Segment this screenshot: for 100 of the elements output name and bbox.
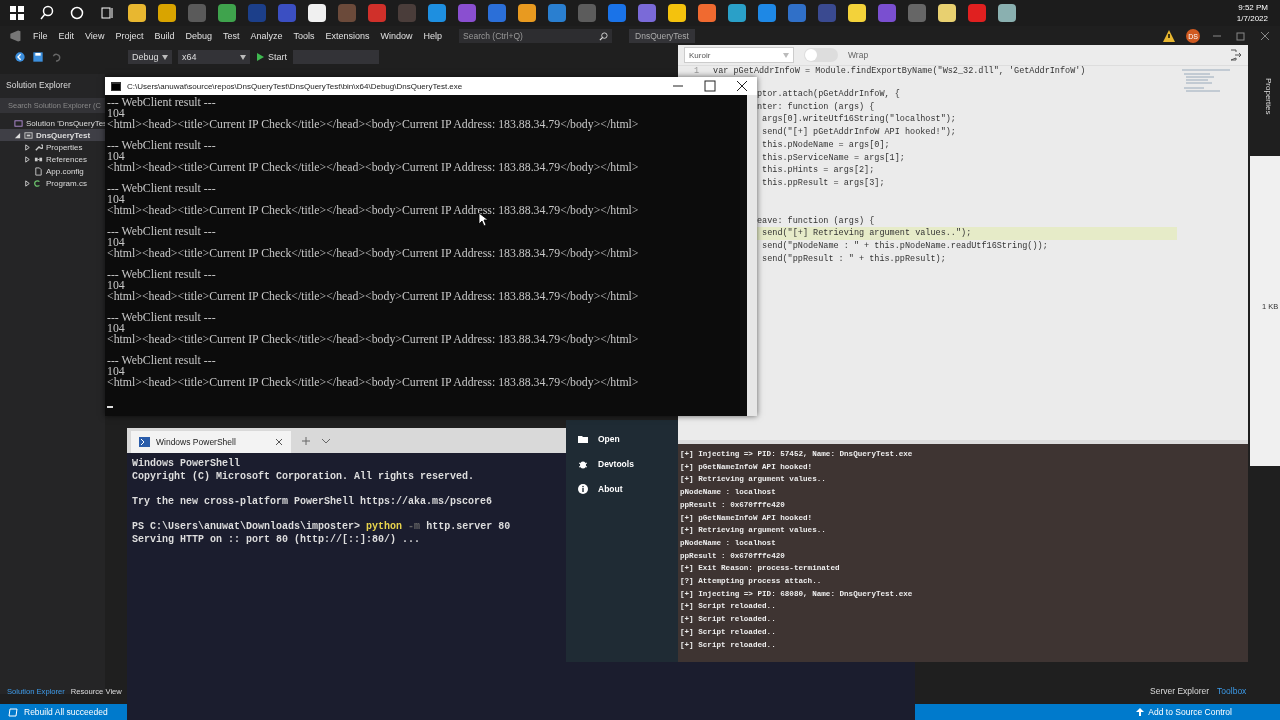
sidebar-item[interactable]: Devtools <box>566 451 678 476</box>
menu-item[interactable]: Analyze <box>250 31 283 41</box>
new-tab-icon[interactable] <box>301 435 311 446</box>
tree-item[interactable]: App.config <box>0 165 105 177</box>
tree-item[interactable]: Properties <box>0 141 105 153</box>
app-icon[interactable] <box>668 4 686 22</box>
config-file-icon <box>34 166 43 176</box>
warning-icon[interactable] <box>1162 29 1176 43</box>
console-line: --- WebClient result --- <box>107 226 216 237</box>
mouse-pointer-icon <box>478 212 488 227</box>
code-line: this.pHints = args[2]; <box>761 164 876 177</box>
windows-start-icon[interactable] <box>8 4 26 22</box>
maximize-icon[interactable] <box>703 79 717 93</box>
tree-item[interactable]: References <box>0 153 105 165</box>
console-line: <html><head><title>Current IP Check</title></head><body>Current IP Address: 183.88.34.79</body></html> <box>107 162 639 173</box>
wrench-icon <box>34 142 43 152</box>
menu-item[interactable]: Help <box>423 31 443 41</box>
menu-item[interactable]: Tools <box>293 31 315 41</box>
code-line: nter: function (args) { <box>757 100 876 114</box>
terminal-tab[interactable]: Windows PowerShell <box>131 431 291 453</box>
console-line: 104 <box>107 366 125 377</box>
tree-item[interactable]: Program.cs <box>0 177 105 189</box>
properties-tab[interactable]: Properties <box>1264 78 1273 115</box>
app-icon[interactable] <box>428 4 446 22</box>
wrap-toggle[interactable] <box>804 48 838 62</box>
play-icon <box>256 53 264 61</box>
terminal-line: PS C:\Users\anuwat\Downloads\imposter> python -m http.server 80 <box>132 521 511 534</box>
clock-date: 1/7/2022 <box>1236 13 1268 24</box>
expanded-arrow-icon[interactable] <box>14 131 21 139</box>
save-icon[interactable] <box>32 51 44 63</box>
menu-item[interactable]: Test <box>222 31 240 41</box>
app-icon[interactable] <box>638 4 656 22</box>
scrollbar[interactable] <box>747 95 757 416</box>
app-icon[interactable] <box>368 4 386 22</box>
code-line: this.ppResult = args[3]; <box>761 176 886 190</box>
sidebar-item[interactable]: About <box>566 476 678 501</box>
app-icon[interactable] <box>458 4 476 22</box>
collapsed-arrow-icon[interactable] <box>24 179 31 187</box>
circle-icon[interactable] <box>68 4 86 22</box>
menu-item[interactable]: View <box>85 31 105 41</box>
console-line: 104 <box>107 151 125 162</box>
close-icon[interactable] <box>735 79 749 93</box>
solution-title: DnsQueryTest <box>629 29 695 43</box>
sidebar-item[interactable]: Open <box>566 426 678 451</box>
project-icon <box>24 130 33 140</box>
exit-icon[interactable] <box>1230 49 1242 61</box>
terminal-line: Copyright (C) Microsoft Corporation. All rights reserved. <box>132 470 475 484</box>
menu-item[interactable]: Build <box>154 31 175 41</box>
app-icon[interactable] <box>728 4 746 22</box>
search-field[interactable]: Search (Ctrl+Q) <box>459 29 613 43</box>
console-window-icon <box>111 81 121 91</box>
app-icon[interactable] <box>518 4 536 22</box>
app-icon[interactable] <box>938 4 956 22</box>
app-icon[interactable] <box>968 4 986 22</box>
menu-item[interactable]: File <box>33 31 48 41</box>
tree-item[interactable]: DnsQueryTest <box>0 129 105 141</box>
code-line: var pGetAddrInfoW = Module.findExportByName("Ws2_32.dll", 'GetAddrInfoW') <box>713 66 1086 76</box>
terminal-line: Serving HTTP on :: port 80 (http://[::]:80/) ... <box>132 534 421 547</box>
platform-dropdown[interactable]: x64 <box>178 50 250 64</box>
caret-icon[interactable] <box>240 54 246 60</box>
theme-dropdown[interactable]: Kuroir <box>684 47 794 63</box>
close-icon[interactable] <box>275 438 283 446</box>
panel-tab[interactable]: Toolbox <box>1217 686 1247 696</box>
app-icon[interactable] <box>218 4 236 22</box>
line-number: 1 <box>694 66 700 76</box>
caret-icon[interactable] <box>162 54 168 60</box>
menu-item[interactable]: Debug <box>185 31 212 41</box>
menu-item[interactable]: Window <box>380 31 413 41</box>
console-line: --- WebClient result --- <box>107 269 216 280</box>
code-line: send("[+] pGetAddrInfoW API hooked!"); <box>761 126 957 139</box>
panel-tab[interactable]: Server Explorer <box>1150 686 1210 696</box>
app-icon[interactable] <box>308 4 326 22</box>
back-icon[interactable] <box>14 51 26 63</box>
app-icon[interactable] <box>158 4 176 22</box>
app-icon[interactable] <box>488 4 506 22</box>
app-icon[interactable] <box>548 4 566 22</box>
app-icon[interactable] <box>848 4 866 22</box>
search-icon[interactable] <box>38 4 56 22</box>
app-icon[interactable] <box>758 4 776 22</box>
start-button[interactable]: Start <box>256 52 287 62</box>
tree-item[interactable]: Solution 'DnsQueryTes <box>0 117 105 129</box>
folder-icon <box>578 433 588 444</box>
search-icon[interactable] <box>599 31 609 41</box>
code-line: send("ppResult : " + this.ppResult); <box>761 252 947 266</box>
restore-icon[interactable] <box>1234 29 1248 43</box>
configuration-dropdown[interactable]: Debug <box>128 50 172 64</box>
source-control-button[interactable]: Add to Source Control <box>1136 707 1272 717</box>
app-icon[interactable] <box>698 4 716 22</box>
console-line: --- WebClient result --- <box>107 312 216 323</box>
app-icon[interactable] <box>998 4 1016 22</box>
menu-item[interactable]: Edit <box>58 31 75 41</box>
task-view-icon[interactable] <box>98 4 116 22</box>
app-icon[interactable] <box>788 4 806 22</box>
app-icon[interactable] <box>608 4 626 22</box>
code-line: eave: function (args) { <box>757 214 876 228</box>
app-icon[interactable] <box>878 4 896 22</box>
menu-item[interactable]: Project <box>115 31 144 41</box>
app-icon[interactable] <box>128 4 146 22</box>
undo-icon[interactable] <box>50 51 62 63</box>
menu-item[interactable]: Extensions <box>325 31 370 41</box>
